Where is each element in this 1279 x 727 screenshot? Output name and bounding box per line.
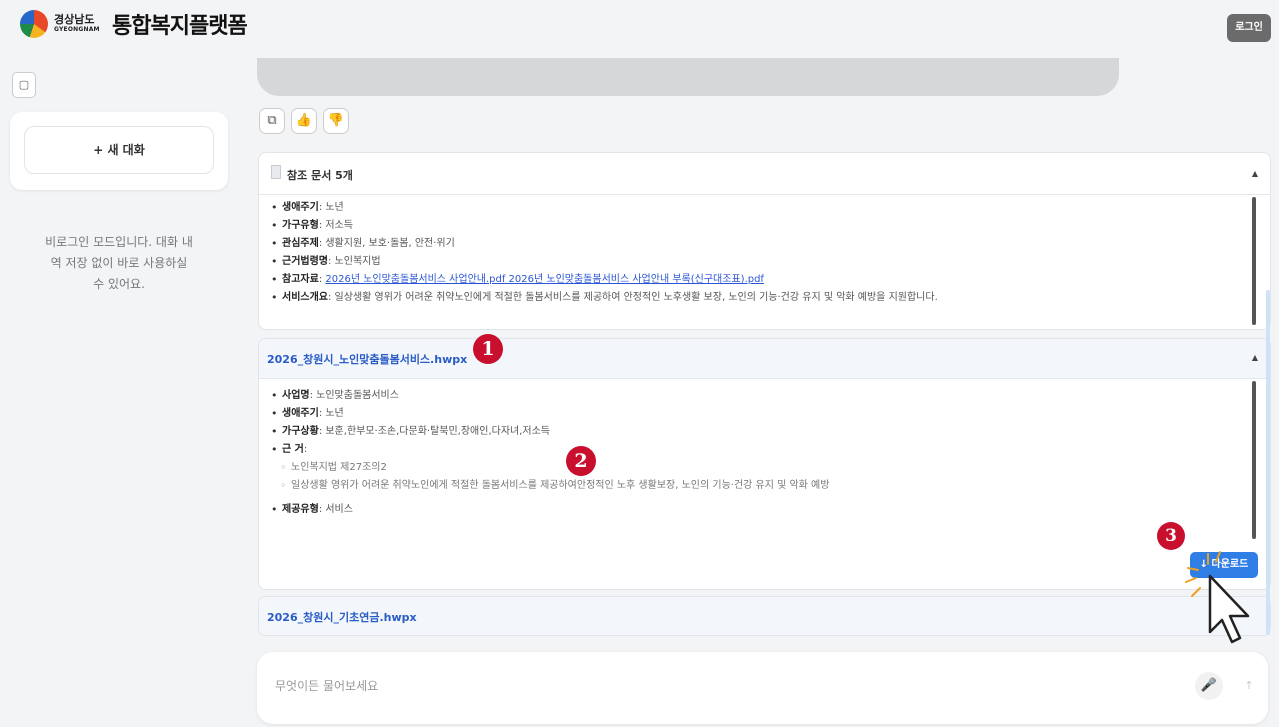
list-item: 사업명: 노인맞춤돌봄서비스 (269, 387, 829, 405)
guest-mode-notice: 비로그인 모드입니다. 대화 내역 저장 없이 바로 사용하실 수 있어요. (45, 235, 193, 291)
message-actions: ⧉ 👍 👎 (259, 108, 349, 134)
top-header: 경상남도 GYEONGNAM 통합복지플랫폼 로그인 (0, 0, 1279, 58)
platform-title[interactable]: 통합복지플랫폼 (112, 8, 248, 40)
chat-input[interactable] (275, 674, 1155, 698)
login-button[interactable]: 로그인 (1227, 14, 1271, 42)
reference-scrollbar[interactable] (1252, 197, 1256, 325)
file-scrollbar[interactable] (1252, 381, 1256, 539)
copy-icon[interactable]: ⧉ (259, 108, 285, 134)
list-item: 제공유형: 서비스 (269, 501, 829, 519)
reference-docs-panel: 참조 문서 5개 ▲ 생애주기: 노년 가구유형: 저소득 관심주제: 생활지원… (258, 152, 1271, 330)
reference-file-link[interactable]: 2026년 노인맞춤돌봄서비스 사업안내.pdf 2026년 노인맞춤돌봄서비스… (325, 274, 764, 285)
list-item: 노인복지법 제27조의2 (269, 459, 829, 477)
cursor-icon (1185, 551, 1250, 644)
list-item: 생애주기: 노년 (269, 199, 938, 217)
page-scrollbar[interactable] (1266, 290, 1270, 635)
thumbs-down-icon[interactable]: 👎 (323, 108, 349, 134)
send-icon[interactable]: ↑ (1239, 676, 1259, 696)
reference-docs-title: 참조 문서 5개 (287, 169, 353, 182)
gyeongnam-logo-icon (20, 10, 48, 38)
file-title[interactable]: 2026_창원시_노인맞춤돌봄서비스.hwpx (267, 351, 467, 367)
list-item: 생애주기: 노년 (269, 405, 829, 423)
file-header[interactable]: 2026_창원시_노인맞춤돌봄서비스.hwpx ▲ (259, 339, 1270, 379)
annotation-marker-3: 3 (1157, 522, 1185, 550)
new-chat-button[interactable]: + 새 대화 (24, 126, 214, 174)
list-item: 일상생활 영위가 어려운 취약노인에게 적절한 돌봄서비스를 제공하여안정적인 … (269, 477, 829, 499)
sidebar-toggle-icon[interactable]: ▢ (12, 72, 36, 98)
file-panel-senior-care: 2026_창원시_노인맞춤돌봄서비스.hwpx ▲ 사업명: 노인맞춤돌봄서비스… (258, 338, 1271, 590)
file-panel-basic-pension: 2026_창원시_기초연금.hwpx (258, 596, 1271, 636)
collapse-icon[interactable]: ▲ (1252, 353, 1258, 362)
list-item: 서비스개요: 일상생활 영위가 어려운 취약노인에게 적절한 돌봄서비스를 제공… (269, 289, 938, 307)
logo-region-name: 경상남도 (54, 13, 95, 26)
microphone-icon[interactable]: 🎤 (1195, 672, 1223, 700)
file-header[interactable]: 2026_창원시_기초연금.hwpx (259, 597, 1270, 635)
list-item: 근 거: (269, 441, 829, 459)
annotation-marker-1: 1 (473, 334, 503, 364)
reference-docs-header[interactable]: 참조 문서 5개 ▲ (259, 153, 1270, 195)
chat-input-box: 🎤 ↑ (257, 652, 1268, 724)
document-icon (271, 165, 281, 179)
sidebar-panel: + 새 대화 (10, 112, 228, 190)
file-title[interactable]: 2026_창원시_기초연금.hwpx (267, 609, 417, 625)
list-item: 근거법령명: 노인복지법 (269, 253, 938, 271)
list-item: 가구상황: 보훈,한부모·조손,다문화·탈북민,장애인,다자녀,저소득 (269, 423, 829, 441)
reference-list: 생애주기: 노년 가구유형: 저소득 관심주제: 생활지원, 보호·돌봄, 안전… (269, 199, 938, 307)
file-detail-list: 사업명: 노인맞춤돌봄서비스 생애주기: 노년 가구상황: 보훈,한부모·조손,… (269, 387, 829, 519)
user-message-bubble (257, 58, 1119, 96)
list-item: 가구유형: 저소득 (269, 217, 938, 235)
annotation-marker-2: 2 (566, 446, 596, 476)
list-item: 참고자료: 2026년 노인맞춤돌봄서비스 사업안내.pdf 2026년 노인맞… (269, 271, 938, 289)
collapse-icon[interactable]: ▲ (1252, 169, 1258, 178)
logo-region-name-en: GYEONGNAM (54, 26, 100, 33)
thumbs-up-icon[interactable]: 👍 (291, 108, 317, 134)
list-item: 관심주제: 생활지원, 보호·돌봄, 안전·위기 (269, 235, 938, 253)
